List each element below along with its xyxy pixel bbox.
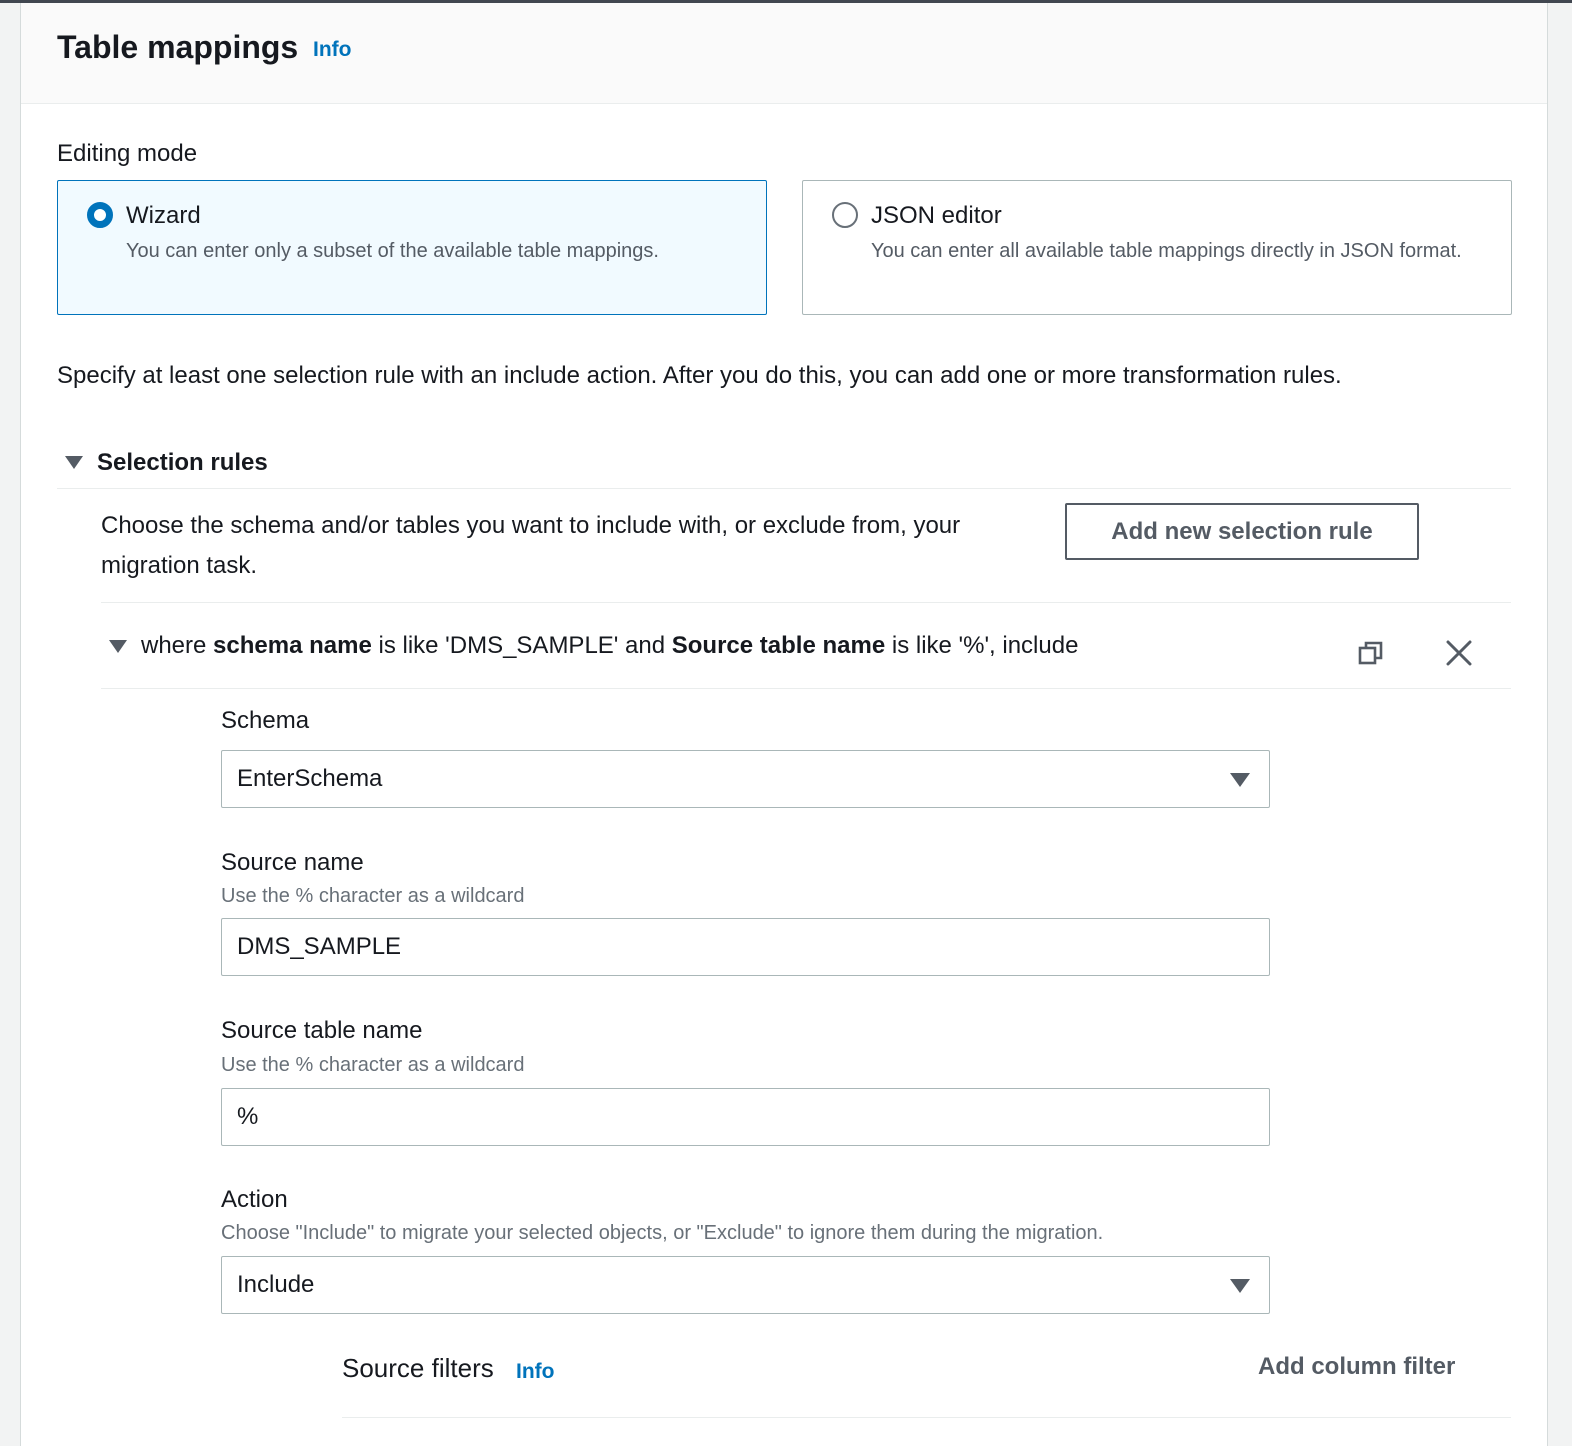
add-new-selection-rule-button[interactable]: Add new selection rule bbox=[1065, 503, 1419, 560]
json-editor-tile[interactable]: JSON editor You can enter all available … bbox=[802, 180, 1512, 315]
close-icon[interactable] bbox=[1441, 635, 1477, 671]
source-table-name-input[interactable] bbox=[221, 1088, 1270, 1146]
source-table-name-hint: Use the % character as a wildcard bbox=[221, 1054, 525, 1076]
schema-select-value: EnterSchema bbox=[237, 765, 383, 792]
action-hint: Choose "Include" to migrate your selecte… bbox=[221, 1222, 1104, 1244]
wizard-radio[interactable] bbox=[87, 202, 113, 228]
instructions-text: Specify at least one selection rule with… bbox=[57, 362, 1342, 389]
table-mappings-panel: Table mappings Info Editing mode Wizard … bbox=[20, 3, 1548, 1446]
wizard-description: You can enter only a subset of the avail… bbox=[126, 240, 659, 262]
source-filters-info-link[interactable]: Info bbox=[516, 1360, 554, 1384]
panel-header: Table mappings Info bbox=[21, 3, 1547, 104]
wizard-title: Wizard bbox=[126, 202, 201, 229]
source-name-hint: Use the % character as a wildcard bbox=[221, 885, 525, 907]
schema-select[interactable]: EnterSchema bbox=[221, 750, 1270, 808]
caret-down-icon bbox=[65, 456, 83, 469]
source-name-input[interactable] bbox=[221, 918, 1270, 976]
add-column-filter-button[interactable]: Add column filter bbox=[1258, 1353, 1455, 1381]
source-table-name-label: Source table name bbox=[221, 1017, 423, 1044]
source-name-label: Source name bbox=[221, 849, 364, 876]
chevron-down-icon bbox=[1230, 1279, 1250, 1293]
selection-rules-description: Choose the schema and/or tables you want… bbox=[101, 512, 961, 579]
selection-rules-header[interactable]: Selection rules bbox=[57, 443, 1511, 489]
source-filters-title: Source filters bbox=[342, 1353, 494, 1383]
editing-mode-label: Editing mode bbox=[57, 140, 198, 167]
action-select-value: Include bbox=[237, 1271, 315, 1298]
json-editor-title: JSON editor bbox=[871, 202, 1002, 229]
action-select[interactable]: Include bbox=[221, 1256, 1270, 1314]
divider bbox=[342, 1417, 1511, 1418]
wizard-tile[interactable]: Wizard You can enter only a subset of th… bbox=[57, 180, 767, 315]
chevron-down-icon bbox=[1230, 773, 1250, 787]
json-editor-radio[interactable] bbox=[832, 202, 858, 228]
selection-rules-title: Selection rules bbox=[97, 449, 268, 476]
panel-info-link[interactable]: Info bbox=[313, 38, 351, 62]
json-editor-description: You can enter all available table mappin… bbox=[871, 240, 1462, 262]
copy-icon[interactable] bbox=[1353, 635, 1389, 671]
rule-header[interactable]: where schema name is like 'DMS_SAMPLE' a… bbox=[101, 602, 1511, 689]
rule-summary: where schema name is like 'DMS_SAMPLE' a… bbox=[141, 632, 1079, 659]
schema-label: Schema bbox=[221, 707, 310, 734]
action-label: Action bbox=[221, 1186, 288, 1213]
panel-title: Table mappings bbox=[57, 29, 299, 65]
caret-down-icon bbox=[109, 640, 127, 653]
